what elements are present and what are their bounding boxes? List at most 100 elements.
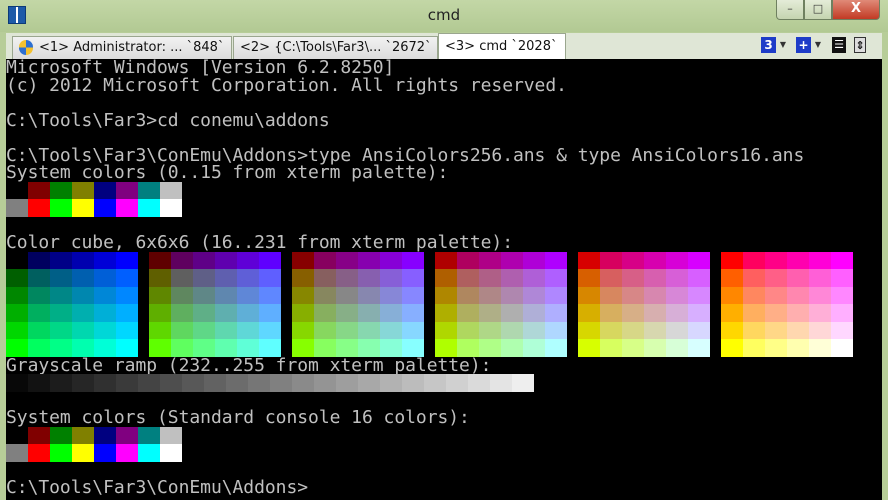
color-swatch (50, 286, 72, 304)
color-swatch (149, 269, 171, 287)
console-output[interactable]: Microsoft Windows [Version 6.2.8250] (c) … (6, 59, 882, 500)
color-swatch (787, 286, 809, 304)
color-swatch (116, 181, 138, 199)
tab-far3[interactable]: <2> {C:\Tools\Far3\... `2672` (233, 36, 438, 59)
color-swatch (666, 339, 688, 357)
color-swatch (435, 251, 457, 269)
color-swatch (622, 269, 644, 287)
color-swatch (116, 426, 138, 444)
color-swatch (446, 374, 468, 392)
color-swatch (787, 304, 809, 322)
color-swatch (50, 251, 72, 269)
color-swatch (644, 304, 666, 322)
chevron-down-icon[interactable]: ▼ (813, 37, 823, 53)
color-swatch (600, 339, 622, 357)
color-swatch (237, 251, 259, 269)
color-swatch (215, 304, 237, 322)
color-swatch (479, 321, 501, 339)
color-swatch (358, 339, 380, 357)
color-swatch (600, 269, 622, 287)
color-swatch (358, 251, 380, 269)
color-swatch (160, 374, 182, 392)
color-swatch (193, 269, 215, 287)
color-swatch (578, 304, 600, 322)
color-swatch (171, 339, 193, 357)
color-swatch (72, 444, 94, 462)
color-swatch (765, 339, 787, 357)
color-swatch (138, 374, 160, 392)
color-swatch (314, 251, 336, 269)
color-swatch (721, 339, 743, 357)
color-swatch (182, 374, 204, 392)
color-swatch (116, 304, 138, 322)
color-swatch (72, 321, 94, 339)
color-swatch (28, 199, 50, 217)
color-swatch (501, 251, 523, 269)
tab-administrator[interactable]: <1> Administrator: ... `848` (12, 36, 232, 59)
color-swatch (523, 251, 545, 269)
minimize-button[interactable]: – (776, 0, 804, 20)
color-swatch (193, 339, 215, 357)
color-swatch (809, 321, 831, 339)
color-swatch (578, 321, 600, 339)
color-swatch (171, 286, 193, 304)
color-swatch (28, 321, 50, 339)
color-swatch (314, 374, 336, 392)
color-swatch (28, 286, 50, 304)
color-swatch (831, 339, 853, 357)
color-swatch (490, 374, 512, 392)
color-swatch (578, 269, 600, 287)
color-swatch (160, 426, 182, 444)
color-swatch (116, 269, 138, 287)
color-swatch (545, 251, 567, 269)
color-swatch (259, 269, 281, 287)
color-swatch (94, 374, 116, 392)
console-number-button[interactable]: 3 (761, 37, 776, 53)
new-console-button[interactable]: + (796, 37, 811, 53)
color-swatch (787, 321, 809, 339)
color-swatch (160, 181, 182, 199)
color-swatch (402, 269, 424, 287)
color-swatch (435, 269, 457, 287)
color-swatch (523, 304, 545, 322)
tab-cmd[interactable]: <3> cmd `2028` (438, 33, 566, 59)
color-swatch (292, 321, 314, 339)
color-swatch (28, 339, 50, 357)
color-swatch (666, 251, 688, 269)
color-swatch (72, 286, 94, 304)
menu-icon[interactable]: ☰ (832, 37, 846, 53)
color-swatch (666, 269, 688, 287)
color-swatch (787, 251, 809, 269)
color-swatch (644, 286, 666, 304)
color-swatch (94, 199, 116, 217)
close-button[interactable]: X (832, 0, 880, 20)
color-swatch (160, 199, 182, 217)
color-swatch (787, 269, 809, 287)
color-swatch (831, 286, 853, 304)
color-swatch (116, 374, 138, 392)
color-swatch (622, 321, 644, 339)
color-swatch (721, 321, 743, 339)
color-swatch (435, 321, 457, 339)
title-bar: cmd – □ X (0, 0, 888, 32)
uac-shield-icon (19, 40, 33, 55)
color-swatch (171, 269, 193, 287)
color-swatch (215, 251, 237, 269)
color-swatch (94, 269, 116, 287)
color-swatch (314, 286, 336, 304)
color-swatch (545, 269, 567, 287)
color-swatch (72, 304, 94, 322)
scroll-icon[interactable]: ⇕ (854, 37, 866, 53)
maximize-button[interactable]: □ (804, 0, 832, 20)
color-swatch (666, 321, 688, 339)
color-swatch (149, 286, 171, 304)
color-swatch (149, 339, 171, 357)
color-swatch (545, 304, 567, 322)
color-swatch (688, 269, 710, 287)
color-swatch (116, 286, 138, 304)
chevron-down-icon[interactable]: ▼ (778, 37, 788, 53)
color-swatch (94, 286, 116, 304)
color-swatch (116, 339, 138, 357)
console-line: Color cube, 6x6x6 (16..231 from xterm pa… (6, 232, 513, 253)
color-swatch (358, 269, 380, 287)
